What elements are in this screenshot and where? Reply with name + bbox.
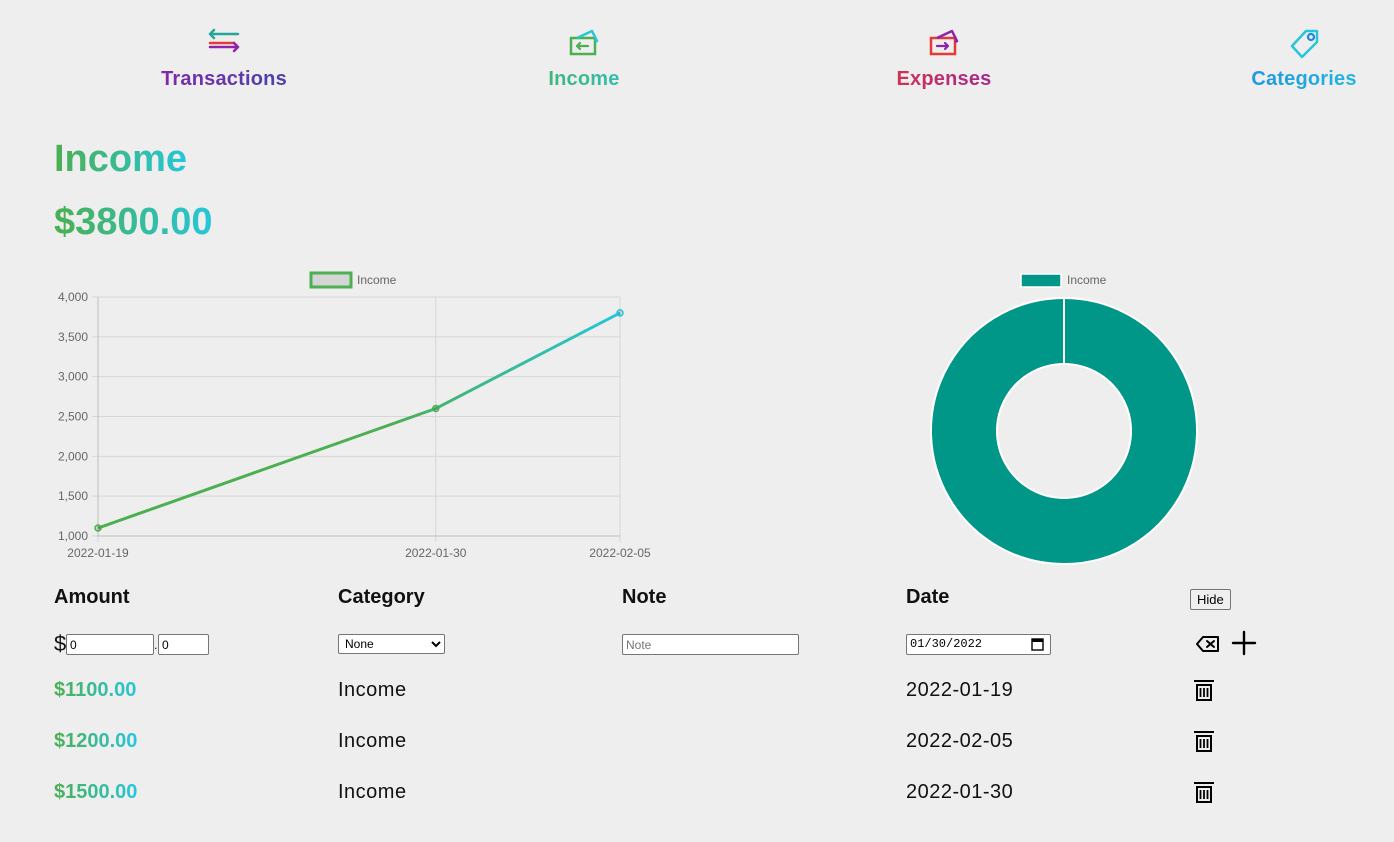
- donut-legend-swatch: [1020, 273, 1062, 288]
- category-header: Category: [338, 586, 425, 608]
- date-header: Date: [906, 586, 950, 608]
- donut-legend-label: Income: [1067, 273, 1107, 287]
- legend-label: Income: [357, 273, 397, 287]
- income-donut-chart: Income: [930, 273, 1198, 565]
- data-point[interactable]: [432, 404, 440, 413]
- y-tick-label: 1,000: [58, 529, 88, 543]
- nav-transactions-label: Transactions: [124, 68, 324, 91]
- nav-categories-label: Categories: [1204, 68, 1394, 91]
- y-tick-label: 3,000: [58, 370, 88, 384]
- add-transaction-icon[interactable]: [1230, 629, 1258, 657]
- row-date: 2022-01-30: [906, 781, 1014, 803]
- nav-income[interactable]: Income: [484, 22, 684, 91]
- x-axis-ticks: 2022-01-19 2022-01-30 2022-02-05: [67, 546, 651, 560]
- row-date: 2022-01-19: [906, 679, 1014, 701]
- currency-symbol: $: [54, 631, 67, 656]
- line-chart-legend[interactable]: Income: [309, 271, 397, 289]
- row-amount: $1100.00: [54, 675, 136, 705]
- date-input[interactable]: 01/30/2022: [906, 634, 1051, 655]
- date-value: 01/30/2022: [910, 637, 983, 651]
- page-title: Income: [54, 138, 188, 180]
- row-category: Income: [338, 679, 407, 701]
- amount-integer-input[interactable]: [66, 634, 154, 655]
- data-point[interactable]: [94, 524, 102, 532]
- row-category: Income: [338, 730, 407, 752]
- income-total: $3800.00: [54, 198, 213, 246]
- nav-expenses[interactable]: Expenses: [844, 22, 1044, 91]
- data-point[interactable]: [616, 309, 624, 317]
- row-amount: $1500.00: [54, 777, 137, 807]
- note-input[interactable]: [622, 634, 799, 655]
- card-expense-icon: [929, 29, 959, 56]
- amount-header: Amount: [54, 586, 130, 608]
- income-line-chart: Income 4,000 3,500 3,000 2,500 2,000 1,500 1,0…: [58, 271, 651, 560]
- series-points: [94, 309, 624, 532]
- trash-icon[interactable]: [1192, 780, 1216, 804]
- nav-expenses-label: Expenses: [844, 68, 1044, 91]
- y-axis-ticks: 4,000 3,500 3,000 2,500 2,000 1,500 1,000: [58, 290, 88, 543]
- y-tick-label: 4,000: [58, 290, 88, 304]
- donut-slices: [930, 297, 1198, 565]
- y-tick-label: 2,500: [58, 410, 88, 424]
- calendar-icon[interactable]: [1031, 637, 1044, 651]
- nav-categories[interactable]: Categories: [1204, 22, 1394, 91]
- table-row: $1500.00 Income 2022-01-30: [0, 777, 1394, 807]
- arrows-exchange-icon: [208, 28, 240, 53]
- tag-icon: [1290, 29, 1319, 59]
- trash-icon[interactable]: [1192, 729, 1216, 753]
- hide-button[interactable]: Hide: [1190, 589, 1231, 610]
- donut-chart-legend[interactable]: Income: [1020, 273, 1107, 288]
- decimal-separator: .: [154, 638, 158, 652]
- trash-icon[interactable]: [1192, 678, 1216, 702]
- row-category: Income: [338, 781, 407, 803]
- y-tick-label: 2,000: [58, 449, 88, 463]
- category-select[interactable]: None: [338, 634, 445, 654]
- nav-transactions[interactable]: Transactions: [124, 22, 324, 91]
- y-tick-label: 1,500: [58, 489, 88, 503]
- x-tick-label: 2022-01-19: [67, 546, 129, 560]
- table-row: $1200.00 Income 2022-02-05: [0, 726, 1394, 756]
- nav-income-label: Income: [484, 68, 684, 91]
- y-tick-label: 3,500: [58, 330, 88, 344]
- x-tick-label: 2022-01-30: [405, 546, 467, 560]
- amount-decimal-input[interactable]: [158, 634, 209, 655]
- card-income-icon: [569, 29, 599, 56]
- clear-form-icon[interactable]: [1195, 635, 1221, 655]
- row-amount: $1200.00: [54, 726, 137, 756]
- chart-grid: [92, 296, 621, 542]
- table-row: $1100.00 Income 2022-01-19: [0, 675, 1394, 705]
- top-navigation: Transactions Income Expenses Categories: [0, 0, 1394, 110]
- add-transaction-form: $ . None 01/30/2022: [0, 629, 1394, 658]
- row-date: 2022-02-05: [906, 730, 1014, 752]
- x-tick-label: 2022-02-05: [589, 546, 651, 560]
- note-header: Note: [622, 586, 667, 608]
- legend-swatch: [309, 271, 353, 289]
